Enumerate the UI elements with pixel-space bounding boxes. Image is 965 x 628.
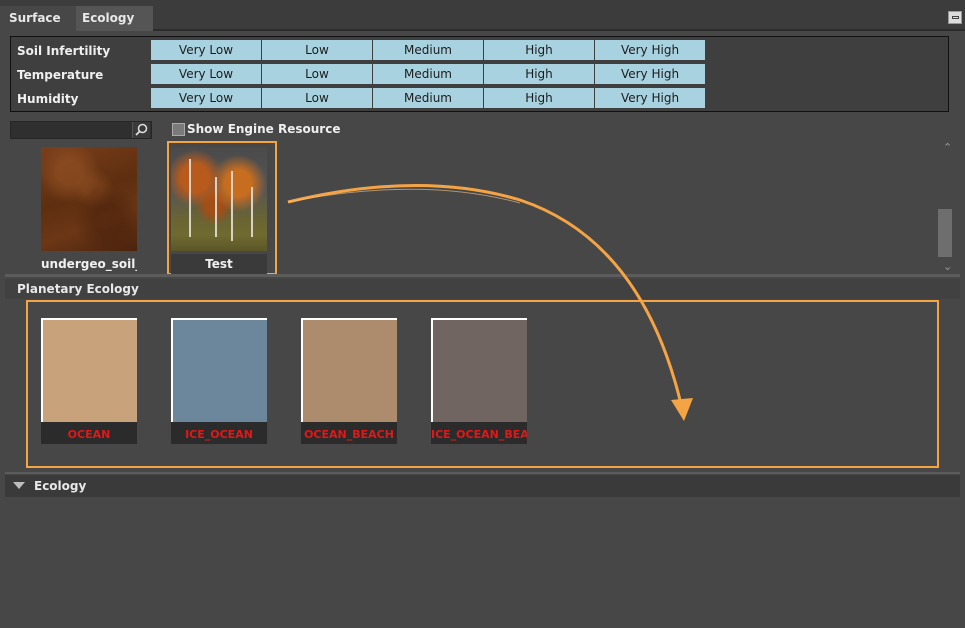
ecology-item-ocean[interactable]: OCEAN (41, 318, 137, 444)
swatch-color (41, 318, 137, 422)
pin-icon[interactable] (948, 11, 962, 24)
ecology-editor-panel: Surface Ecology Soil Infertility Very Lo… (0, 0, 965, 628)
tab-surface[interactable]: Surface (0, 6, 76, 31)
section-title: Planetary Ecology (17, 282, 139, 296)
row-label: Humidity (17, 92, 79, 106)
collapse-triangle-icon[interactable] (13, 482, 25, 489)
resource-name: Test (171, 254, 267, 274)
ecology-label: ICE_OCEAN_BEACH (431, 422, 527, 444)
option-high[interactable]: High (484, 64, 594, 84)
option-very-low[interactable]: Very Low (151, 64, 261, 84)
search-button[interactable] (132, 122, 150, 138)
splitter[interactable] (5, 274, 960, 277)
option-very-low[interactable]: Very Low (151, 88, 261, 108)
scrollbar-thumb[interactable] (938, 209, 952, 257)
row-label: Temperature (17, 68, 104, 82)
option-very-high[interactable]: Very High (595, 64, 705, 84)
swatch-color (431, 318, 527, 422)
resource-name: undergeo_soil_0 (41, 257, 137, 271)
scroll-down-icon[interactable]: ⌄ (943, 260, 952, 273)
option-medium[interactable]: Medium (373, 88, 483, 108)
option-very-high[interactable]: Very High (595, 40, 705, 60)
ecology-section-header[interactable]: Ecology (5, 475, 960, 497)
swatch-color (301, 318, 397, 422)
scroll-up-icon[interactable]: ⌃ (943, 141, 952, 154)
resource-thumbnail-test[interactable]: Test (171, 147, 267, 274)
resource-browser: undergeo_soil_0 Test ⌃ ⌄ (5, 141, 960, 275)
tab-ecology[interactable]: Ecology (76, 6, 153, 31)
option-high[interactable]: High (484, 40, 594, 60)
forest-preview-image (171, 147, 267, 251)
swatch-color (171, 318, 267, 422)
search-icon (135, 123, 148, 136)
option-low[interactable]: Low (262, 88, 372, 108)
section-title: Ecology (34, 479, 87, 493)
option-low[interactable]: Low (262, 40, 372, 60)
ecology-item-ocean-beach[interactable]: OCEAN_BEACH (301, 318, 397, 444)
ecology-label: ICE_OCEAN (171, 422, 267, 444)
humidity-row: Humidity Very Low Low Medium High Very H… (11, 88, 948, 109)
ecology-label: OCEAN_BEACH (301, 422, 397, 444)
climate-classification-table: Soil Infertility Very Low Low Medium Hig… (10, 36, 949, 112)
option-medium[interactable]: Medium (373, 40, 483, 60)
planetary-ecology-header: Planetary Ecology (5, 279, 960, 299)
ecology-label: OCEAN (41, 422, 137, 444)
ecology-item-ice-ocean[interactable]: ICE_OCEAN (171, 318, 267, 444)
resource-thumbnail-soil[interactable]: undergeo_soil_0 (41, 147, 137, 274)
soil-texture-image (41, 147, 137, 251)
option-medium[interactable]: Medium (373, 64, 483, 84)
option-very-high[interactable]: Very High (595, 88, 705, 108)
ecology-item-ice-ocean-beach[interactable]: ICE_OCEAN_BEACH (431, 318, 527, 444)
soil-infertility-row: Soil Infertility Very Low Low Medium Hig… (11, 40, 948, 61)
temperature-row: Temperature Very Low Low Medium High Ver… (11, 64, 948, 85)
search-input[interactable] (10, 121, 152, 139)
row-label: Soil Infertility (17, 44, 111, 58)
section-divider (5, 472, 960, 474)
tab-bar: Surface Ecology (0, 0, 965, 31)
show-engine-resource-checkbox[interactable] (172, 123, 185, 136)
option-very-low[interactable]: Very Low (151, 40, 261, 60)
option-low[interactable]: Low (262, 64, 372, 84)
option-high[interactable]: High (484, 88, 594, 108)
show-engine-resource-label: Show Engine Resource (187, 122, 341, 136)
